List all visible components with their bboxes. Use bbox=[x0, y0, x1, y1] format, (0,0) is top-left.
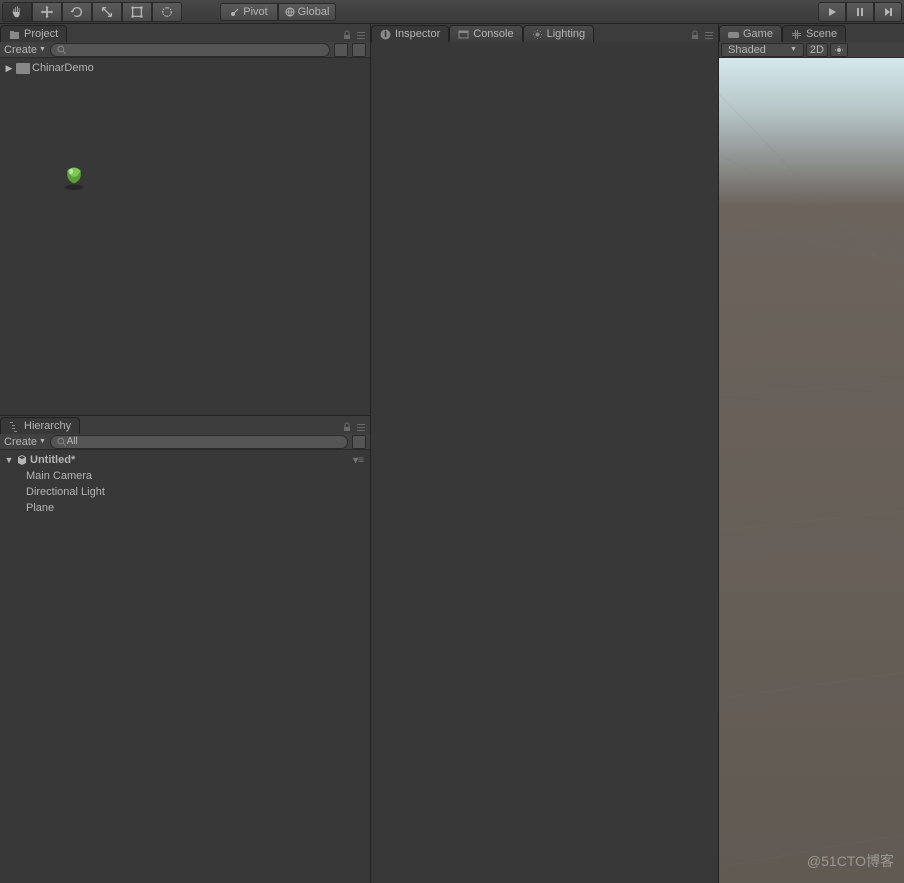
middle-column: i Inspector Console Lighting bbox=[371, 24, 719, 883]
hierarchy-tab-extras bbox=[342, 422, 366, 432]
hand-tool-button[interactable] bbox=[2, 2, 32, 22]
pause-button[interactable] bbox=[846, 2, 874, 22]
main-toolbar: Pivot Global bbox=[0, 0, 904, 24]
hierarchy-tree: ▼ Untitled* ▾≡ Main Camera Directional L… bbox=[0, 450, 370, 883]
lighting-tab-label: Lighting bbox=[547, 28, 586, 40]
inspector-tab-bar: i Inspector Console Lighting bbox=[371, 24, 718, 42]
tab-lighting[interactable]: Lighting bbox=[523, 25, 595, 42]
hierarchy-search[interactable] bbox=[50, 435, 348, 449]
global-button[interactable]: Global bbox=[278, 3, 336, 21]
hierarchy-tab-label: Hierarchy bbox=[24, 420, 71, 432]
project-panel: Project Create▼ ▶ bbox=[0, 24, 371, 415]
2d-toggle-button[interactable]: 2D bbox=[806, 43, 828, 57]
pivot-global-group: Pivot Global bbox=[220, 3, 336, 21]
light-icon bbox=[532, 29, 543, 40]
unity-icon bbox=[16, 454, 28, 466]
scene-name: Untitled* bbox=[30, 454, 75, 466]
transform-tool-button[interactable] bbox=[152, 2, 182, 22]
hierarchy-search-input[interactable] bbox=[67, 436, 341, 447]
scene-tab-label: Scene bbox=[806, 28, 837, 40]
pivot-button[interactable]: Pivot bbox=[220, 3, 278, 21]
tab-scene[interactable]: Scene bbox=[782, 25, 846, 42]
step-button[interactable] bbox=[874, 2, 902, 22]
play-controls bbox=[818, 2, 902, 22]
project-tab-bar: Project bbox=[0, 24, 370, 42]
panel-menu-icon[interactable] bbox=[356, 30, 366, 40]
transform-tools bbox=[2, 2, 182, 22]
filter-icon-1[interactable] bbox=[334, 43, 348, 57]
expand-arrow-icon[interactable]: ▼ bbox=[4, 455, 14, 465]
project-search[interactable] bbox=[50, 43, 330, 57]
hierarchy-item[interactable]: Main Camera bbox=[0, 468, 370, 484]
shaded-dropdown[interactable]: Shaded▼ bbox=[721, 43, 804, 57]
console-tab-label: Console bbox=[473, 28, 513, 40]
tab-game[interactable]: Game bbox=[719, 25, 782, 42]
scene-toolbar: Shaded▼ 2D bbox=[719, 42, 904, 58]
scene-options-icon[interactable]: ▾≡ bbox=[353, 455, 364, 466]
rect-tool-button[interactable] bbox=[122, 2, 152, 22]
hierarchy-item[interactable]: Directional Light bbox=[0, 484, 370, 500]
folder-name: ChinarDemo bbox=[32, 62, 94, 74]
right-column: Game Scene Shaded▼ 2D bbox=[719, 24, 904, 883]
tab-inspector[interactable]: i Inspector bbox=[371, 25, 449, 42]
project-create-button[interactable]: Create▼ bbox=[4, 44, 46, 56]
play-button[interactable] bbox=[818, 2, 846, 22]
panel-menu-icon[interactable] bbox=[356, 422, 366, 432]
lock-icon[interactable] bbox=[342, 422, 352, 432]
pivot-label: Pivot bbox=[243, 6, 267, 18]
project-tree: ▶ ChinarDemo bbox=[0, 58, 370, 415]
hierarchy-tab-bar: Hierarchy bbox=[0, 416, 370, 434]
folder-icon bbox=[16, 63, 30, 74]
lock-icon[interactable] bbox=[690, 30, 700, 40]
watermark: @51CTO博客 bbox=[807, 851, 894, 871]
scene-viewport[interactable] bbox=[719, 58, 904, 883]
project-sub-bar: Create▼ bbox=[0, 42, 370, 58]
lighting-toggle-button[interactable] bbox=[830, 43, 848, 57]
project-icon bbox=[9, 29, 20, 40]
scale-tool-button[interactable] bbox=[92, 2, 122, 22]
scene-tab-bar: Game Scene bbox=[719, 24, 904, 42]
global-label: Global bbox=[298, 6, 330, 18]
game-tab-label: Game bbox=[743, 28, 773, 40]
project-folder-item[interactable]: ▶ ChinarDemo bbox=[0, 60, 370, 76]
scene-icon bbox=[791, 29, 802, 40]
filter-icon-2[interactable] bbox=[352, 43, 366, 57]
rotate-tool-button[interactable] bbox=[62, 2, 92, 22]
search-icon bbox=[57, 437, 67, 447]
left-column: Project Create▼ ▶ bbox=[0, 24, 371, 883]
tab-project[interactable]: Project bbox=[0, 25, 67, 42]
info-icon: i bbox=[380, 29, 391, 40]
panel-menu-icon[interactable] bbox=[704, 30, 714, 40]
inspector-tab-label: Inspector bbox=[395, 28, 440, 40]
project-tab-extras bbox=[342, 30, 366, 40]
project-search-input[interactable] bbox=[67, 44, 323, 55]
expand-arrow-icon[interactable]: ▶ bbox=[4, 63, 14, 74]
hierarchy-filter-icon[interactable] bbox=[352, 435, 366, 449]
main-area: Project Create▼ ▶ bbox=[0, 24, 904, 883]
move-tool-button[interactable] bbox=[32, 2, 62, 22]
scene-row[interactable]: ▼ Untitled* ▾≡ bbox=[0, 452, 370, 468]
project-tab-label: Project bbox=[24, 28, 58, 40]
console-icon bbox=[458, 29, 469, 40]
inspector-tab-extras bbox=[690, 30, 714, 40]
hierarchy-item[interactable]: Plane bbox=[0, 500, 370, 516]
game-icon bbox=[728, 29, 739, 40]
svg-text:i: i bbox=[384, 29, 387, 40]
hierarchy-panel: Hierarchy Create▼ ▼ Untitl bbox=[0, 415, 371, 883]
search-icon bbox=[57, 45, 67, 55]
hierarchy-sub-bar: Create▼ bbox=[0, 434, 370, 450]
hierarchy-create-button[interactable]: Create▼ bbox=[4, 436, 46, 448]
tab-console[interactable]: Console bbox=[449, 25, 522, 42]
lock-icon[interactable] bbox=[342, 30, 352, 40]
tab-hierarchy[interactable]: Hierarchy bbox=[0, 417, 80, 434]
package-icon bbox=[60, 163, 88, 191]
hierarchy-icon bbox=[9, 421, 20, 432]
